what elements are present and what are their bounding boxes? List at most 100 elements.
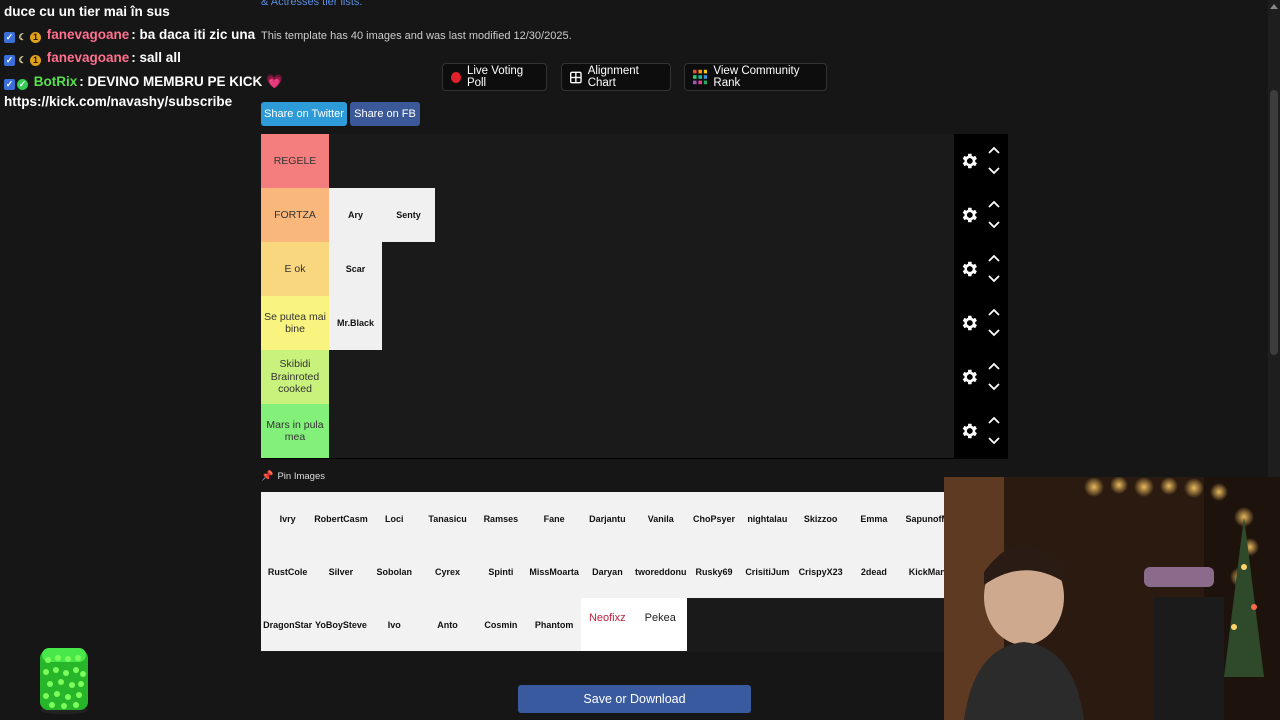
heart-icon: 💗 bbox=[266, 74, 283, 89]
chevron-up-icon[interactable] bbox=[988, 254, 1000, 262]
tier-row[interactable]: Skibidi Brainroted cooked bbox=[261, 350, 1008, 405]
scrollbar-thumb[interactable] bbox=[1270, 90, 1278, 355]
chevron-down-icon[interactable] bbox=[988, 275, 1000, 283]
pool-image-item[interactable]: RustCole bbox=[261, 545, 314, 598]
pool-image-item[interactable]: 2dead bbox=[847, 545, 900, 598]
tier-lists-link[interactable]: & Actresses tier lists. bbox=[261, 0, 362, 8]
pool-image-item[interactable]: CrisitiJum bbox=[741, 545, 794, 598]
pool-image-item[interactable]: Pekea bbox=[633, 598, 687, 651]
pool-image-item[interactable]: Rusky69 bbox=[687, 545, 740, 598]
gear-icon[interactable] bbox=[959, 259, 979, 279]
record-dot-icon bbox=[451, 71, 461, 83]
chevron-down-icon[interactable] bbox=[988, 221, 1000, 229]
pool-image-item[interactable]: Tanasicu bbox=[421, 492, 474, 545]
chevron-up-icon[interactable] bbox=[988, 308, 1000, 316]
tier-row[interactable]: E ok Scar bbox=[261, 242, 1008, 297]
verified-badge-icon: ✓ bbox=[17, 79, 28, 90]
pool-image-item[interactable]: DragonStar bbox=[261, 598, 314, 651]
pool-image-item[interactable]: Cyrex bbox=[421, 545, 474, 598]
pin-images-toggle[interactable]: 📌 Pin Images bbox=[261, 471, 325, 482]
chevron-down-icon[interactable] bbox=[988, 383, 1000, 391]
scroll-up-icon[interactable] bbox=[1270, 4, 1278, 9]
tier-item[interactable]: Senty bbox=[382, 188, 435, 242]
alignment-chart-button[interactable]: Alignment Chart bbox=[561, 63, 671, 91]
pool-image-item[interactable]: YoBoySteve bbox=[314, 598, 367, 651]
tier-row[interactable]: Mars in pula mea bbox=[261, 404, 1008, 459]
live-voting-poll-button[interactable]: Live Voting Poll bbox=[442, 63, 547, 91]
pin-images-label: Pin Images bbox=[277, 471, 325, 482]
tier-label[interactable]: FORTZA bbox=[261, 188, 329, 242]
pool-image-item[interactable]: RobertCasm bbox=[314, 492, 367, 545]
gear-icon[interactable] bbox=[959, 421, 979, 441]
tier-row[interactable]: FORTZA Ary Senty bbox=[261, 188, 1008, 243]
pool-image-item[interactable]: Neofixz bbox=[580, 598, 634, 651]
pool-image-item[interactable]: KickMan bbox=[901, 545, 945, 598]
pool-row: DragonStar YoBoySteve Ivo Anto Cosmin Phantom… bbox=[261, 598, 687, 651]
moon-badge-icon: ☾ bbox=[18, 32, 27, 42]
pool-image-item[interactable]: Cosmin bbox=[474, 598, 527, 651]
chevron-up-icon[interactable] bbox=[988, 416, 1000, 424]
pool-image-item[interactable]: ChoPsyer bbox=[687, 492, 740, 545]
tier-items[interactable]: Mr.Black bbox=[329, 296, 382, 350]
pool-image-item[interactable]: Vanila bbox=[634, 492, 687, 545]
pool-image-item[interactable]: Ivo bbox=[368, 598, 421, 651]
share-fb-button[interactable]: Share on FB bbox=[350, 102, 420, 126]
share-twitter-button[interactable]: Share on Twitter bbox=[261, 102, 347, 126]
gear-icon[interactable] bbox=[959, 205, 979, 225]
chevron-down-icon[interactable] bbox=[988, 167, 1000, 175]
view-community-rank-button[interactable]: View Community Rank bbox=[684, 63, 827, 91]
tier-row[interactable]: REGELE bbox=[261, 134, 1008, 189]
chevron-down-icon[interactable] bbox=[988, 329, 1000, 337]
pool-image-item[interactable]: Spinti bbox=[474, 545, 527, 598]
pool-image-item[interactable]: SapunofM bbox=[901, 492, 945, 545]
pool-image-item[interactable]: Emma bbox=[847, 492, 900, 545]
pool-image-item[interactable]: nightalau bbox=[741, 492, 794, 545]
gear-icon[interactable] bbox=[959, 151, 979, 171]
save-or-download-button[interactable]: Save or Download bbox=[518, 685, 751, 713]
pool-image-item[interactable]: Anto bbox=[421, 598, 474, 651]
chevron-down-icon[interactable] bbox=[988, 437, 1000, 445]
chevron-up-icon[interactable] bbox=[988, 200, 1000, 208]
tier-items[interactable]: Scar bbox=[329, 242, 382, 296]
tier-item[interactable]: Ary bbox=[329, 188, 382, 242]
slime-mascot-icon bbox=[40, 648, 88, 714]
pool-image-item[interactable]: Phantom bbox=[527, 598, 580, 651]
chat-username[interactable]: BotRix bbox=[34, 74, 78, 89]
pool-image-item[interactable]: Ramses bbox=[474, 492, 527, 545]
tier-label[interactable]: Skibidi Brainroted cooked bbox=[261, 350, 329, 404]
community-rank-label: View Community Rank bbox=[713, 65, 800, 89]
pool-image-item[interactable]: Sobolan bbox=[368, 545, 421, 598]
tier-items[interactable]: Ary Senty bbox=[329, 188, 435, 242]
chat-username[interactable]: fanevagoane bbox=[47, 27, 130, 42]
pool-image-item[interactable]: MissMoarta bbox=[527, 545, 580, 598]
colored-grid-icon bbox=[693, 69, 708, 85]
pool-image-item[interactable]: Loci bbox=[368, 492, 421, 545]
chat-link[interactable]: https://kick.com/navashy/subscribe bbox=[4, 94, 232, 109]
tier-label[interactable]: E ok bbox=[261, 242, 329, 296]
tier-controls bbox=[954, 296, 1008, 350]
tier-label[interactable]: Mars in pula mea bbox=[261, 404, 329, 458]
chevron-up-icon[interactable] bbox=[988, 362, 1000, 370]
unranked-image-pool: Ivry RobertCasm Loci Tanasicu Ramses Fane Darj… bbox=[261, 492, 945, 652]
pool-image-item[interactable]: Daryan bbox=[581, 545, 634, 598]
pool-image-item[interactable]: Fane bbox=[527, 492, 580, 545]
tier-label[interactable]: REGELE bbox=[261, 134, 329, 188]
pool-image-item[interactable]: Ivry bbox=[261, 492, 314, 545]
pool-image-item[interactable]: Skizzoo bbox=[794, 492, 847, 545]
pool-image-item[interactable]: tworeddonu bbox=[634, 545, 687, 598]
pool-image-item[interactable]: Silver bbox=[314, 545, 367, 598]
tier-item[interactable]: Mr.Black bbox=[329, 296, 382, 350]
chat-username[interactable]: fanevagoane bbox=[47, 50, 130, 65]
pool-image-item[interactable]: CrispyX23 bbox=[794, 545, 847, 598]
page-scrollbar[interactable] bbox=[1268, 0, 1280, 477]
chevron-up-icon[interactable] bbox=[988, 146, 1000, 154]
moon-badge-icon: ☾ bbox=[18, 55, 27, 65]
chat-message-text: : DEVINO MEMBRU PE KICK bbox=[79, 74, 263, 89]
tier-label[interactable]: Se putea mai bine bbox=[261, 296, 329, 350]
tier-row[interactable]: Se putea mai bine Mr.Black bbox=[261, 296, 1008, 351]
gear-icon[interactable] bbox=[959, 367, 979, 387]
gear-icon[interactable] bbox=[959, 313, 979, 333]
tier-item[interactable]: Scar bbox=[329, 242, 382, 296]
pool-image-item[interactable]: Darjantu bbox=[581, 492, 634, 545]
chat-message-text: : ba daca iti zic una bbox=[131, 27, 256, 42]
